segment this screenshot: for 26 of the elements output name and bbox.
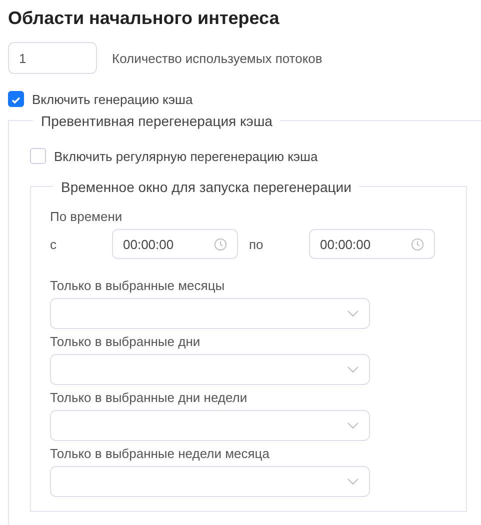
checkbox-label: Включить генерацию кэша bbox=[32, 92, 193, 106]
time-input[interactable]: 00:00:00 bbox=[309, 229, 435, 259]
threads-input[interactable]: 1 bbox=[8, 42, 97, 74]
chevron-down-icon bbox=[347, 310, 359, 317]
chevron-down-icon bbox=[347, 478, 359, 485]
chevron-down-icon bbox=[347, 422, 359, 429]
field-label: по bbox=[248, 236, 264, 252]
field-label: Только в выбранные дни недели bbox=[50, 390, 248, 406]
field-label: Только в выбранные дни bbox=[50, 334, 202, 350]
checkbox-label: Включить регулярную перегенерацию кэша bbox=[54, 148, 318, 164]
clock-icon bbox=[214, 238, 227, 250]
threads-label: Количество используемых потоков bbox=[112, 50, 322, 66]
select-field[interactable] bbox=[50, 298, 370, 329]
chevron-down-icon bbox=[347, 366, 359, 373]
field-label: Только в выбранные месяцы bbox=[50, 278, 226, 294]
checkbox[interactable] bbox=[30, 148, 46, 164]
field-label: Только в выбранные недели месяца bbox=[50, 446, 270, 462]
select-field[interactable] bbox=[50, 466, 370, 497]
section-title: Области начального интереса bbox=[8, 7, 280, 29]
field-label: с bbox=[50, 236, 58, 252]
field-label: По времени bbox=[50, 209, 124, 225]
time-input[interactable]: 00:00:00 bbox=[112, 229, 238, 259]
select-field[interactable] bbox=[50, 354, 370, 385]
checkbox[interactable] bbox=[8, 91, 24, 107]
select-field[interactable] bbox=[50, 410, 370, 441]
clock-icon bbox=[411, 238, 424, 250]
